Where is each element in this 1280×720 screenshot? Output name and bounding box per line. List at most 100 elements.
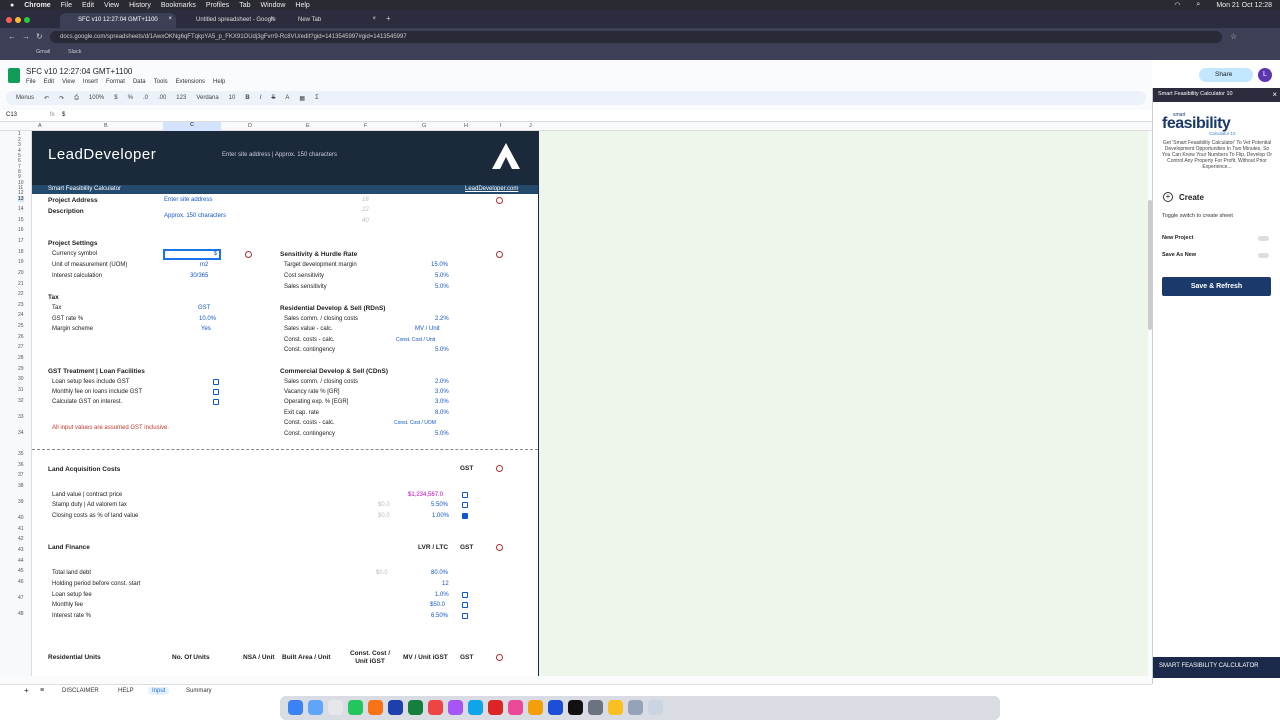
new-project-toggle[interactable] xyxy=(1258,236,1269,241)
row-header[interactable]: 14 xyxy=(18,206,24,212)
monthly-fee-gst-checkbox[interactable] xyxy=(213,389,219,395)
illustrator-icon[interactable] xyxy=(528,700,543,715)
closing-costs-gst-checkbox[interactable] xyxy=(462,513,468,519)
land-fin-value[interactable]: $50.0 xyxy=(430,602,445,608)
minimize-window-icon[interactable] xyxy=(15,17,21,23)
wifi-icon[interactable]: ◠ xyxy=(1174,1,1180,9)
interest-rate-gst-checkbox[interactable] xyxy=(462,613,468,619)
app-icon[interactable] xyxy=(468,700,483,715)
row-header[interactable]: 22 xyxy=(18,291,24,297)
row-header[interactable]: 42 xyxy=(18,536,24,542)
row-header[interactable]: 36 xyxy=(18,462,24,468)
row-header[interactable]: 34 xyxy=(18,430,24,436)
cell-reference[interactable]: C13 xyxy=(6,112,17,118)
photoshop-icon[interactable] xyxy=(548,700,563,715)
settings-gear-icon[interactable] xyxy=(496,654,503,661)
menu-insert[interactable]: Insert xyxy=(83,79,98,85)
trash-icon[interactable] xyxy=(648,700,663,715)
row-header[interactable]: 47 xyxy=(18,595,24,601)
margin-scheme-dropdown[interactable]: Yes xyxy=(201,326,211,332)
settings-gear-icon[interactable] xyxy=(496,197,503,204)
finder-icon[interactable] xyxy=(288,700,303,715)
row-header[interactable]: 30 xyxy=(18,376,24,382)
sensitivity-value[interactable]: 15.0% xyxy=(431,262,448,268)
settings-gear-icon[interactable] xyxy=(496,544,503,551)
menu-bookmarks[interactable]: Bookmarks xyxy=(161,2,196,9)
menu-view[interactable]: View xyxy=(62,79,75,85)
row-header[interactable]: 16 xyxy=(18,227,24,233)
menu-data[interactable]: Data xyxy=(133,79,146,85)
col-header[interactable]: D xyxy=(248,123,252,129)
row-header[interactable]: 37 xyxy=(18,472,24,478)
land-fin-value[interactable]: 80.0% xyxy=(431,570,448,576)
row-header[interactable]: 39 xyxy=(18,499,24,505)
app-icon[interactable] xyxy=(568,700,583,715)
menu-tools[interactable]: Tools xyxy=(154,79,168,85)
stamp-duty-gst-checkbox[interactable] xyxy=(462,502,468,508)
row-header[interactable]: 45 xyxy=(18,568,24,574)
row-header[interactable]: 40 xyxy=(18,515,24,521)
clock[interactable]: Mon 21 Oct 12:28 xyxy=(1216,2,1272,9)
sheet-tab-summary[interactable]: Summary xyxy=(182,687,216,695)
land-fin-value[interactable]: 1.0% xyxy=(435,592,449,598)
rdns-dropdown[interactable]: Const. Cost / Unit xyxy=(396,337,435,343)
sheet-empty-area[interactable] xyxy=(538,131,1148,676)
row-header[interactable]: 31 xyxy=(18,387,24,393)
row-header[interactable]: 43 xyxy=(18,547,24,553)
menu-file[interactable]: File xyxy=(61,2,72,9)
avatar[interactable]: L xyxy=(1258,68,1272,82)
sensitivity-value[interactable]: 5.0% xyxy=(435,273,449,279)
address-bar[interactable]: docs.google.com/spreadsheets/d/1AwxOKNg6… xyxy=(50,31,1222,43)
redo-icon[interactable]: ↷ xyxy=(59,95,64,102)
more-formats-button[interactable]: 123 xyxy=(176,95,186,101)
sheet-grid[interactable]: LeadDeveloper Enter site address | Appro… xyxy=(32,131,538,676)
close-window-icon[interactable] xyxy=(6,17,12,23)
strikethrough-icon[interactable]: S xyxy=(271,95,275,101)
app-store-icon[interactable] xyxy=(308,700,323,715)
forward-icon[interactable]: → xyxy=(22,32,30,41)
row-header[interactable]: 24 xyxy=(18,312,24,318)
gst-on-interest-checkbox[interactable] xyxy=(213,399,219,405)
increase-decimal-button[interactable]: .00 xyxy=(158,95,166,101)
row-header[interactable]: 23 xyxy=(18,302,24,308)
menu-history[interactable]: History xyxy=(129,2,151,9)
font-size-input[interactable]: 10 xyxy=(229,95,236,101)
sheet-tab-help[interactable]: HELP xyxy=(114,687,138,695)
interest-calc-dropdown[interactable]: 30/365 xyxy=(190,273,208,279)
cdns-value[interactable]: 3.0% xyxy=(435,399,449,405)
menu-profiles[interactable]: Profiles xyxy=(206,2,229,9)
row-header[interactable]: 29 xyxy=(18,366,24,372)
back-icon[interactable]: ← xyxy=(8,32,16,41)
cdns-value[interactable]: 8.0% xyxy=(435,410,449,416)
description-input[interactable]: Approx. 150 characters xyxy=(164,213,226,219)
excel-icon[interactable] xyxy=(408,700,423,715)
row-header[interactable]: 15 xyxy=(18,217,24,223)
menu-format[interactable]: Format xyxy=(106,79,125,85)
decrease-decimal-button[interactable]: .0 xyxy=(143,95,148,101)
menu-chrome[interactable]: Chrome xyxy=(24,2,50,9)
rdns-value[interactable]: 2.2% xyxy=(435,316,449,322)
loan-setup-fee-gst-checkbox[interactable] xyxy=(462,592,468,598)
star-icon[interactable]: ☆ xyxy=(1230,32,1237,41)
row-header[interactable]: 48 xyxy=(18,611,24,617)
italic-icon[interactable]: I xyxy=(260,95,262,101)
row-header[interactable]: 25 xyxy=(18,323,24,329)
save-refresh-button[interactable]: Save & Refresh xyxy=(1162,277,1271,296)
browser-tab-untitled[interactable]: Untitled spreadsheet - Google × xyxy=(178,13,278,28)
col-header[interactable]: B xyxy=(104,123,108,129)
app-icon[interactable] xyxy=(608,700,623,715)
cdns-value[interactable]: 3.0% xyxy=(435,389,449,395)
land-fin-value[interactable]: 6.50% xyxy=(431,613,448,619)
zoom-select[interactable]: 100% xyxy=(89,95,104,101)
youtube-icon[interactable] xyxy=(488,700,503,715)
app-icon[interactable] xyxy=(368,700,383,715)
print-icon[interactable]: ⎙ xyxy=(74,95,79,102)
row-header[interactable]: 18 xyxy=(18,249,24,255)
new-tab-icon[interactable]: + xyxy=(386,14,391,23)
bookmark-gmail[interactable]: Gmail xyxy=(36,49,50,55)
settings-gear-icon[interactable] xyxy=(245,251,252,258)
col-header[interactable]: G xyxy=(422,123,426,129)
row-header[interactable]: 44 xyxy=(18,558,24,564)
site-link[interactable]: LeadDeveloper.com xyxy=(465,186,518,192)
col-header[interactable]: C xyxy=(163,122,221,131)
